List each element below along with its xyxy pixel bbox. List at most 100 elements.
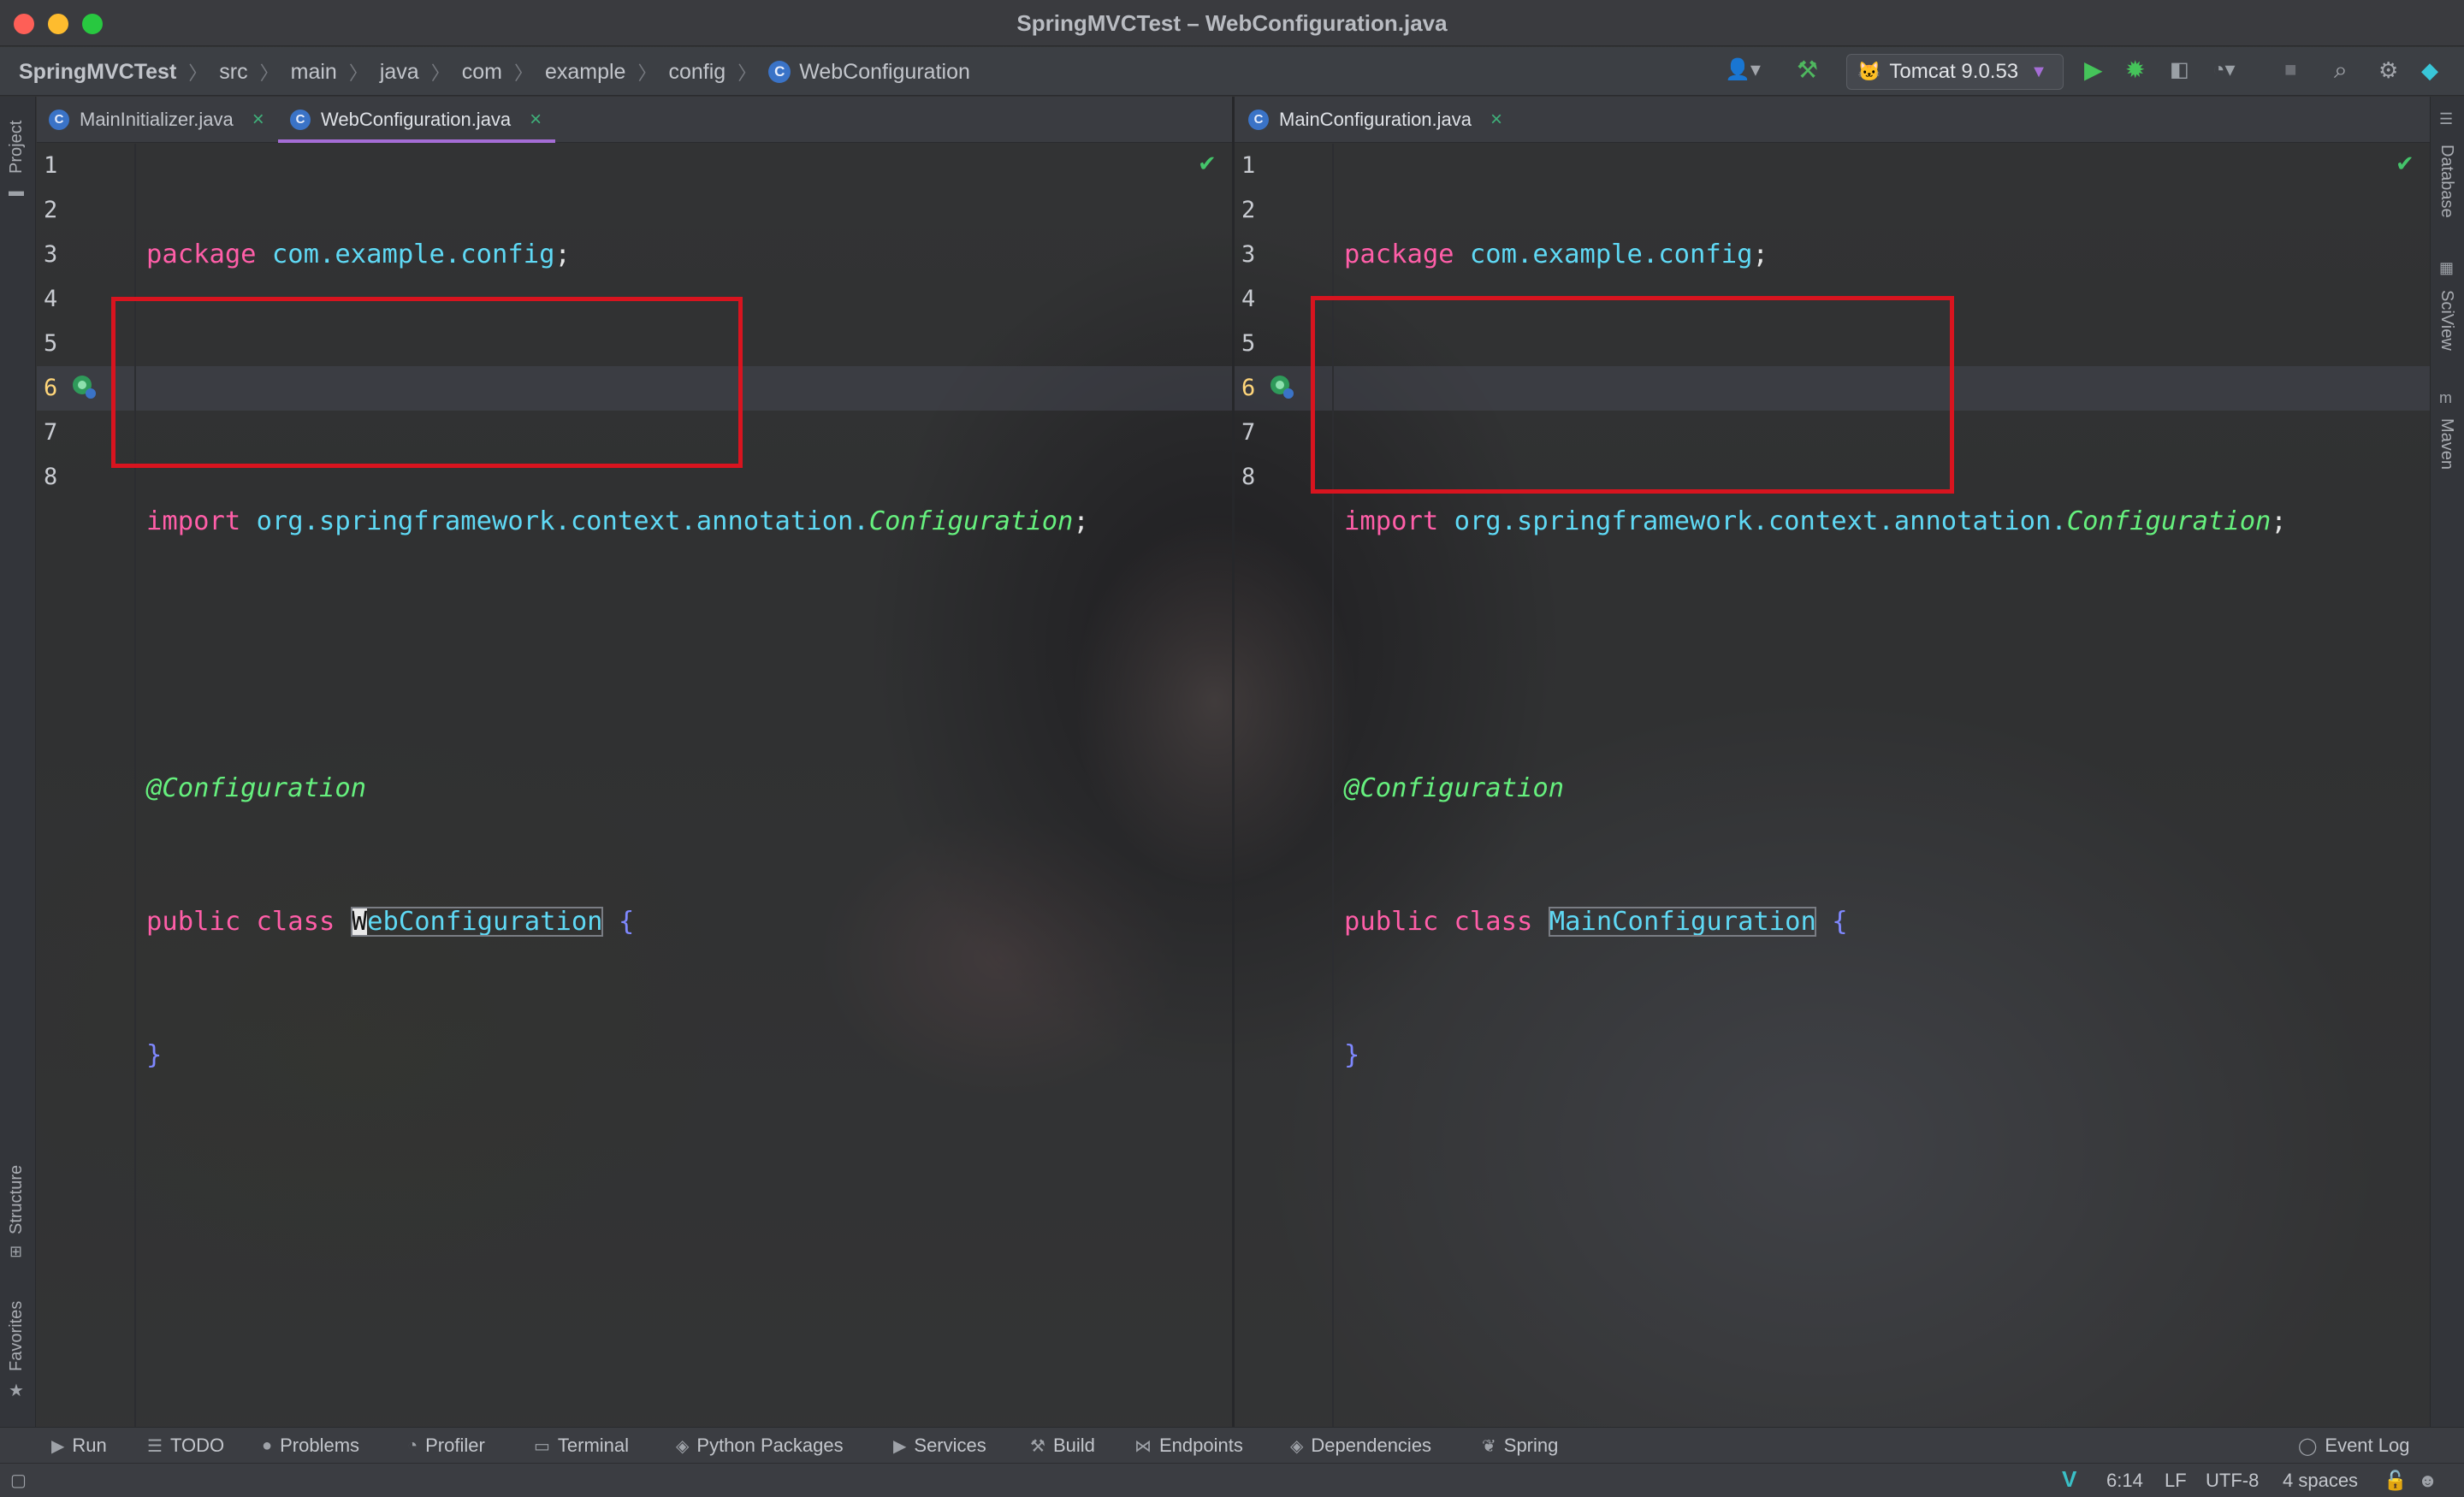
tool-todo[interactable]: ☰ TODO [147, 1435, 224, 1457]
line-separator[interactable]: LF [2165, 1470, 2187, 1492]
line-number: 1 [1241, 152, 1256, 179]
checkmark-icon: ✔ [2396, 151, 2414, 176]
line-number: 4 [44, 286, 58, 312]
chevron-right-icon: 〉 [737, 62, 757, 84]
breadcrumb-item-example[interactable]: example [545, 60, 626, 85]
tool-terminal[interactable]: ▭ Terminal [534, 1435, 629, 1457]
class-name-highlight: MainConfiguration [1548, 907, 1816, 937]
stop-icon[interactable]: ■ [2284, 56, 2297, 85]
line-number: 3 [44, 241, 58, 268]
code-line-1: package com.example.config; [1344, 240, 1768, 269]
breadcrumb-item-project[interactable]: SpringMVCTest [19, 60, 176, 85]
tomcat-icon: 🐱 [1857, 61, 1881, 82]
play-icon: ▶ [51, 1436, 65, 1456]
spring-bean-gutter-icon[interactable] [69, 372, 98, 401]
terminal-icon: ▭ [534, 1436, 550, 1456]
profile-icon[interactable]: ◔▾ [2212, 56, 2236, 85]
left-editor-tab-bar: C MainInitializer.java × C WebConfigurat… [37, 97, 1232, 143]
project-tool-button[interactable]: Project [7, 121, 27, 174]
layout-toggle-icon[interactable]: ▢ [10, 1470, 27, 1491]
checkmark-icon: ✔ [1198, 151, 1217, 176]
line-number: 5 [1241, 330, 1256, 357]
tool-python-packages[interactable]: ◈ Python Packages [676, 1435, 844, 1457]
tool-services[interactable]: ▶ Services [893, 1435, 986, 1457]
tool-build[interactable]: ⚒ Build [1030, 1435, 1095, 1457]
tab-main-initializer[interactable]: C MainInitializer.java × [49, 97, 264, 143]
debug-icon[interactable]: ✹ [2125, 56, 2145, 85]
tab-main-configuration[interactable]: C MainConfiguration.java × [1248, 97, 1502, 143]
text-caret: W [351, 907, 368, 937]
indent-setting[interactable]: 4 spaces [2283, 1470, 2358, 1492]
run-icon[interactable]: ▶ [2084, 56, 2103, 85]
gear-icon[interactable]: ⚙ [2378, 56, 2398, 85]
breadcrumb-item-src[interactable]: src [219, 60, 247, 85]
line-number: 2 [44, 197, 58, 223]
close-icon[interactable]: × [1490, 108, 1502, 132]
sciview-icon: ▦ [2439, 259, 2455, 276]
user-icon[interactable]: 👤▾ [1725, 56, 1761, 85]
tool-window-bar: ▶ Run ☰ TODO ● Problems ◔ Profiler ▭ Terminal… [0, 1427, 2464, 1463]
search-icon[interactable]: ⌕ [2334, 56, 2348, 85]
jetbrains-logo-icon[interactable]: ◆ [2421, 56, 2438, 85]
line-number: 5 [44, 330, 58, 357]
line-number: 2 [1241, 197, 1256, 223]
sciview-tool-button[interactable]: SciView [2437, 290, 2456, 351]
spring-bean-gutter-icon[interactable] [1267, 372, 1296, 401]
tool-endpoints[interactable]: ⋈ Endpoints [1134, 1435, 1243, 1457]
chevron-right-icon: 〉 [259, 62, 279, 84]
tool-problems[interactable]: ● Problems [262, 1435, 359, 1457]
vue-logo-icon[interactable]: V [2062, 1466, 2076, 1493]
code-line-6: public class MainConfiguration { [1344, 907, 1848, 937]
line-number: 7 [1241, 419, 1256, 446]
line-number: 3 [1241, 241, 1256, 268]
file-encoding[interactable]: UTF-8 [2206, 1470, 2259, 1492]
breadcrumb-item-java[interactable]: java [380, 60, 419, 85]
close-icon[interactable]: × [252, 108, 264, 132]
lock-icon[interactable]: 🔓 [2384, 1470, 2407, 1492]
navigation-bar: SpringMVCTest 〉 src 〉 main 〉 java 〉 com 〉 exa… [0, 47, 2464, 96]
tool-profiler[interactable]: ◔ Profiler [407, 1435, 485, 1457]
highlight-box [111, 297, 743, 468]
endpoints-icon: ⋈ [1134, 1436, 1152, 1456]
maven-tool-button[interactable]: Maven [2437, 418, 2456, 470]
close-icon[interactable]: × [530, 108, 542, 132]
tool-run[interactable]: ▶ Run [51, 1435, 107, 1457]
coverage-icon[interactable]: ◧ [2170, 56, 2189, 85]
tool-event-log[interactable]: ◯ Event Log [2298, 1435, 2409, 1457]
right-tool-strip: ☰ Database ▦ SciView m Maven [2430, 97, 2464, 1427]
database-tool-button[interactable]: Database [2437, 145, 2456, 218]
breadcrumb: SpringMVCTest 〉 src 〉 main 〉 java 〉 com 〉 exa… [19, 58, 982, 86]
list-icon: ☰ [147, 1436, 163, 1456]
info-icon: ● [262, 1435, 273, 1455]
favorites-tool-button[interactable]: Favorites [7, 1301, 27, 1371]
chevron-right-icon: 〉 [513, 62, 533, 84]
code-line-1: package com.example.config; [146, 240, 571, 269]
title-bar: SpringMVCTest – WebConfiguration.java [0, 0, 2464, 46]
tab-web-configuration[interactable]: C WebConfiguration.java × [278, 97, 556, 143]
tool-dependencies[interactable]: ◈ Dependencies [1290, 1435, 1431, 1457]
code-line-5: @Configuration [1344, 773, 1565, 803]
active-tab-indicator [278, 139, 556, 143]
chevron-down-icon: ▼ [2030, 62, 2047, 81]
star-icon: ★ [9, 1382, 24, 1400]
line-number: 8 [44, 464, 58, 490]
chevron-right-icon: 〉 [637, 62, 657, 84]
maven-icon: m [2439, 389, 2452, 406]
inspector-icon[interactable]: ☻ [2418, 1470, 2437, 1492]
structure-tool-button[interactable]: Structure [7, 1165, 27, 1234]
run-configuration-select[interactable]: 🐱 Tomcat 9.0.53 ▼ [1846, 54, 2064, 90]
breadcrumb-item-main[interactable]: main [291, 60, 337, 85]
build-hammer-icon[interactable]: ⚒ [1797, 56, 1818, 85]
breadcrumb-item-com[interactable]: com [462, 60, 502, 85]
breadcrumb-item-class[interactable]: WebConfiguration [799, 60, 970, 85]
left-tool-strip: Project ▬ Structure ⊞ Favorites ★ [0, 97, 36, 1427]
tool-spring[interactable]: ❦ Spring [1482, 1435, 1558, 1457]
profiler-icon: ◔ [407, 1435, 418, 1455]
breadcrumb-item-config[interactable]: config [668, 60, 726, 85]
structure-icon: ⊞ [9, 1243, 23, 1260]
status-bar: ▢ V 6:14 LF UTF-8 4 spaces 🔓 ☻ [0, 1463, 2464, 1497]
caret-position[interactable]: 6:14 [2106, 1470, 2143, 1492]
